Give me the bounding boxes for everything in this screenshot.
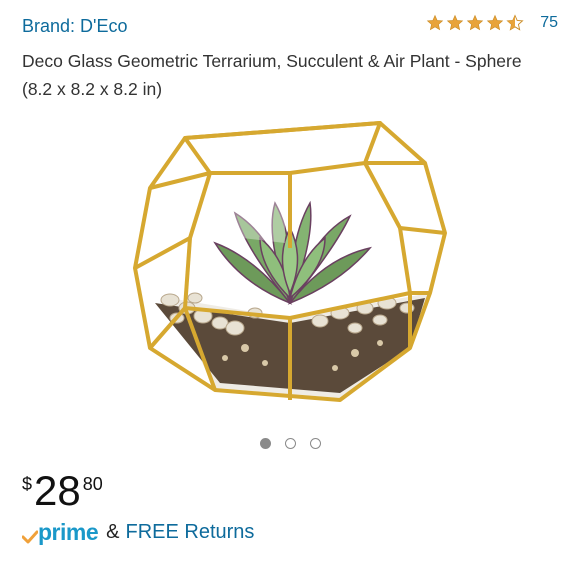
star-icon	[466, 14, 484, 31]
carousel-indicator[interactable]	[0, 438, 580, 449]
prime-label: prime	[38, 519, 99, 545]
brand-link[interactable]: Brand: D'Eco	[22, 16, 128, 37]
star-icon	[446, 14, 464, 31]
star-rating	[426, 14, 524, 32]
free-returns-link[interactable]: FREE Returns	[125, 521, 254, 544]
terrarium-product-image[interactable]	[125, 108, 455, 408]
carousel-dot[interactable]	[309, 438, 321, 449]
shipping-info[interactable]: prime & FREE Returns	[22, 520, 254, 544]
ampersand: &	[106, 520, 120, 543]
product-title: Deco Glass Geometric Terrarium, Succulen…	[22, 51, 522, 99]
prime-logo: prime	[22, 519, 99, 545]
price-whole: 28	[34, 467, 81, 514]
carousel-dot[interactable]	[284, 438, 296, 449]
star-icon	[426, 14, 444, 31]
star-icon	[486, 14, 504, 31]
carousel-dot[interactable]	[259, 438, 271, 449]
price-fraction: 80	[82, 474, 103, 494]
price-currency: $	[22, 474, 33, 494]
price: $ 28 80	[22, 468, 103, 514]
half-star-icon	[506, 14, 524, 31]
review-count-link[interactable]: 75	[540, 14, 558, 32]
checkmark-icon	[22, 530, 38, 544]
rating[interactable]: 75	[426, 14, 558, 32]
